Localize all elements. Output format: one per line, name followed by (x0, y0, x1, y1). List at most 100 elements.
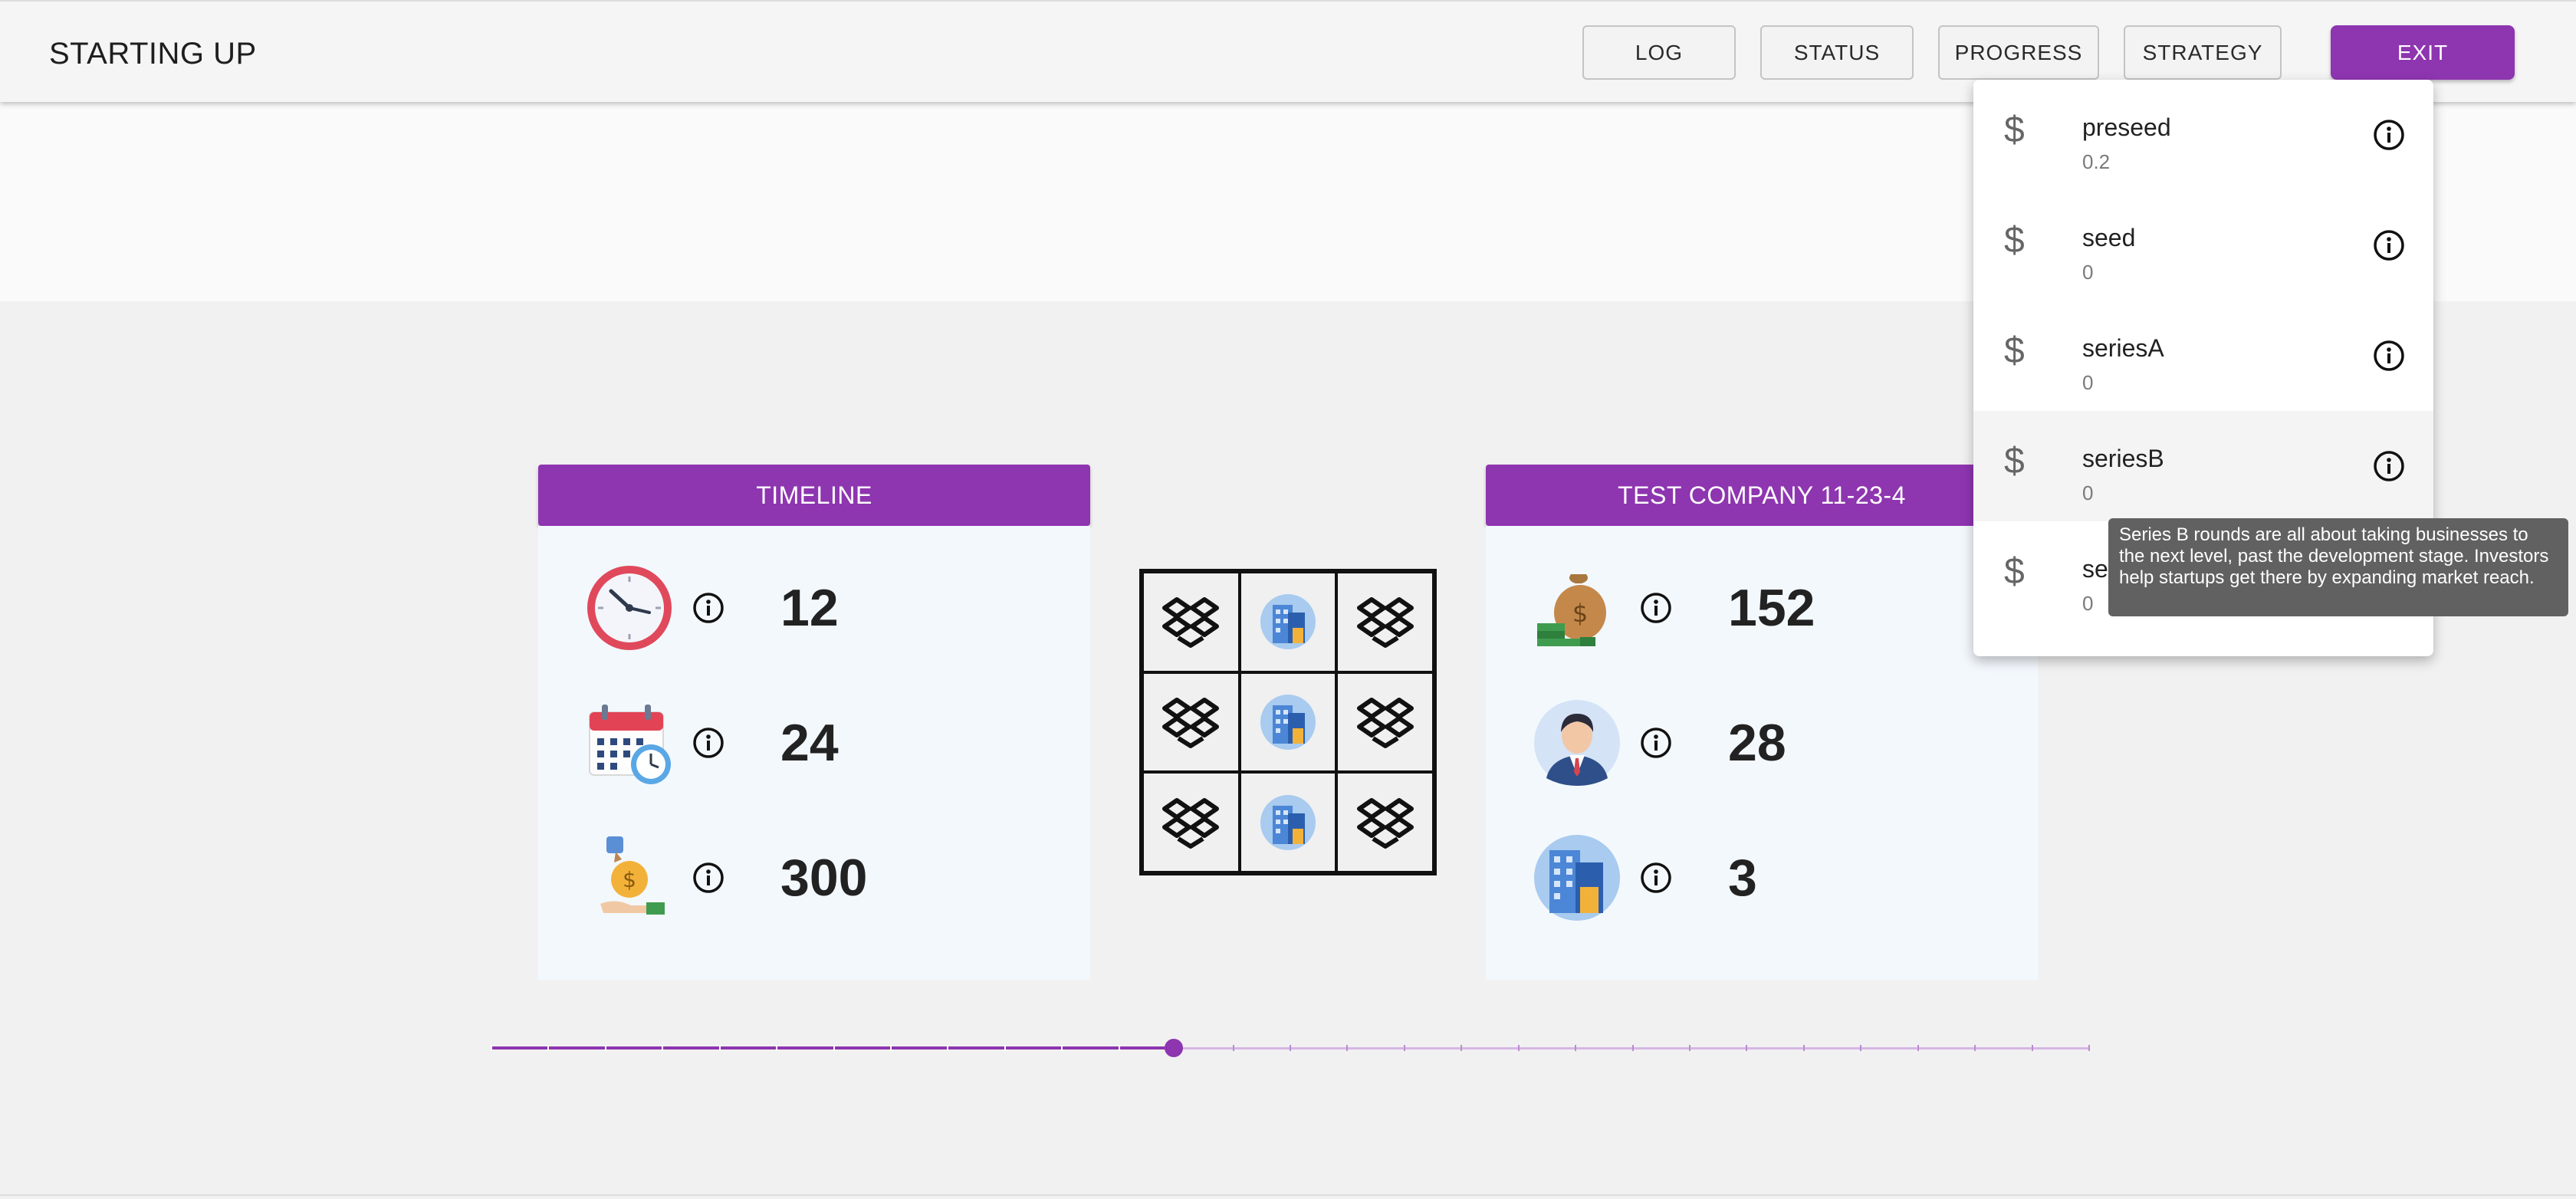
info-icon[interactable] (2372, 228, 2406, 262)
menu-item-value: 0 (2082, 592, 2094, 615)
building-icon (1260, 794, 1316, 850)
company-stat-value: 28 (1728, 714, 1786, 772)
company-stat-value: 3 (1728, 849, 1757, 907)
dropbox-icon (1162, 697, 1220, 748)
menu-item-label: seed (2082, 224, 2136, 251)
strategy-button[interactable]: STRATEGY (2124, 25, 2282, 80)
employee-avatar-icon (1532, 698, 1622, 788)
company-header: TEST COMPANY 11-23-4 (1486, 465, 2038, 526)
dollar-icon: $ (2004, 220, 2025, 261)
slider-tick (1518, 1045, 1520, 1051)
grid-cell[interactable] (1142, 772, 1240, 872)
menu-item-label: seriesA (2082, 334, 2164, 362)
slider-tick (605, 1045, 606, 1051)
info-icon[interactable] (1639, 861, 1673, 895)
slider-tick (1404, 1045, 1405, 1051)
menu-item-value: 0 (2082, 261, 2094, 284)
slider-tick (1460, 1045, 1462, 1051)
slider-tick (547, 1045, 549, 1051)
map-grid (1139, 569, 1437, 875)
company-stat-value: 152 (1728, 579, 1815, 637)
grid-cell[interactable] (1142, 572, 1240, 672)
grid-cell[interactable] (1336, 572, 1434, 672)
slider-tick (833, 1045, 835, 1051)
grid-cell[interactable] (1239, 672, 1337, 773)
timeline-stat-row: 24 (584, 693, 839, 793)
slider-track-filled (491, 1046, 1174, 1050)
building-icon (1260, 694, 1316, 750)
info-icon[interactable] (1639, 726, 1673, 760)
slider-tick (2088, 1045, 2090, 1051)
slider-tick (2032, 1045, 2033, 1051)
menu-item-label: preseed (2082, 113, 2171, 141)
grid-cell[interactable] (1336, 672, 1434, 773)
progress-button[interactable]: PROGRESS (1938, 25, 2099, 80)
slider-tick (1632, 1045, 1634, 1051)
timeline-stat-row: 12 (584, 558, 839, 658)
slider-tick (662, 1045, 663, 1051)
dropbox-icon (1356, 797, 1414, 849)
dropbox-icon (1356, 597, 1414, 649)
info-icon[interactable] (2372, 339, 2406, 373)
menu-item-label: seriesB (2082, 445, 2164, 472)
app-title: STARTING UP (49, 37, 257, 71)
slider-tick (1290, 1045, 1291, 1051)
calendar-icon (584, 698, 675, 788)
menu-item-seriesA[interactable]: $ seriesA 0 (1973, 301, 2433, 411)
menu-item-value: 0 (2082, 481, 2094, 504)
timeline-stat-value: 24 (780, 714, 839, 772)
dropbox-icon (1356, 697, 1414, 748)
slider-tick (947, 1045, 948, 1051)
slider-tick (1974, 1045, 1976, 1051)
menu-item-seriesB[interactable]: $ seriesB 0 (1973, 411, 2433, 521)
grid-cell[interactable] (1142, 672, 1240, 773)
slider-tick (1689, 1045, 1691, 1051)
menu-item-seed[interactable]: $ seed 0 (1973, 190, 2433, 301)
menu-item-value: 0 (2082, 371, 2094, 394)
status-button[interactable]: STATUS (1760, 25, 1914, 80)
slider-tick (1803, 1045, 1805, 1051)
timeline-slider[interactable] (491, 1036, 2090, 1059)
clock-icon (584, 563, 675, 653)
dropbox-icon (1162, 797, 1220, 849)
slider-tick (776, 1045, 777, 1051)
info-icon[interactable] (2372, 449, 2406, 483)
slider-thumb[interactable] (1165, 1039, 1183, 1057)
timeline-panel: 12 24 $ 300 (538, 526, 1090, 980)
info-icon[interactable] (692, 591, 725, 625)
svg-text:$: $ (623, 867, 636, 892)
money-bag-hand-icon: $ (584, 833, 675, 923)
slider-tick (491, 1045, 492, 1051)
dropbox-icon (1162, 597, 1220, 649)
menu-item-label: se (2082, 555, 2108, 583)
grid-cell[interactable] (1239, 572, 1337, 672)
slider-tick (1061, 1045, 1063, 1051)
slider-tick (890, 1045, 892, 1051)
menu-item-value: 0.2 (2082, 150, 2111, 173)
info-icon[interactable] (1639, 591, 1673, 625)
timeline-header: TIMELINE (538, 465, 1090, 526)
bottom-divider (0, 1194, 2576, 1196)
slider-tick (1746, 1045, 1747, 1051)
grid-cell[interactable] (1239, 772, 1337, 872)
slider-tick (1575, 1045, 1576, 1051)
grid-cell[interactable] (1336, 772, 1434, 872)
slider-tick (1346, 1045, 1348, 1051)
company-panel: $ 152 28 3 (1486, 526, 2038, 980)
timeline-stat-value: 300 (780, 849, 868, 907)
info-icon[interactable] (692, 726, 725, 760)
menu-item-preseed[interactable]: $ preseed 0.2 (1973, 80, 2433, 190)
exit-button[interactable]: EXIT (2331, 25, 2515, 80)
slider-tick (719, 1045, 721, 1051)
timeline-stat-row: $ 300 (584, 828, 867, 928)
cash-stack-icon: $ (1532, 563, 1622, 653)
log-button[interactable]: LOG (1582, 25, 1736, 80)
dollar-icon: $ (2004, 110, 2025, 150)
dollar-icon: $ (2004, 330, 2025, 371)
slider-tick (1004, 1045, 1006, 1051)
building-icon (1260, 594, 1316, 650)
svg-text:$: $ (1572, 599, 1588, 628)
info-icon[interactable] (692, 861, 725, 895)
slider-tick (1233, 1045, 1234, 1051)
info-icon[interactable] (2372, 118, 2406, 152)
